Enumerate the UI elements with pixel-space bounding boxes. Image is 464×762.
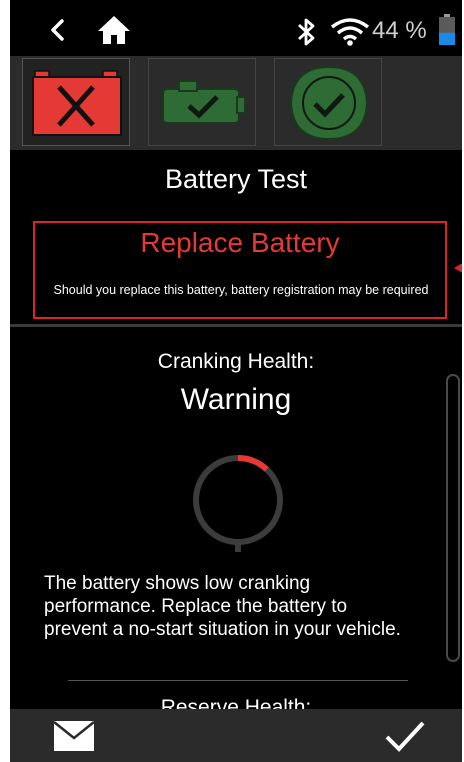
tab-battery-pass[interactable] <box>148 58 256 146</box>
result-note: Should you replace this battery, battery… <box>53 283 429 297</box>
scrollbar[interactable] <box>446 374 460 662</box>
battery-pass-icon <box>162 80 246 124</box>
cranking-health-label: Cranking Health: <box>157 350 315 373</box>
divider <box>10 324 462 327</box>
bluetooth-icon <box>298 18 315 46</box>
section-divider <box>68 680 408 681</box>
cranking-health-status: Warning <box>180 383 292 416</box>
arrow-left-icon <box>454 263 462 273</box>
tab-battery-result[interactable] <box>22 58 130 146</box>
bottom-bar <box>10 709 462 762</box>
result-tabs <box>10 56 462 150</box>
battery-fail-icon <box>32 70 122 136</box>
mail-icon[interactable] <box>52 719 96 753</box>
app-screen: 44 % Battery Test Replace Battery Should… <box>10 0 462 762</box>
tab-eco-ok[interactable] <box>274 58 382 146</box>
result-banner: Replace Battery Should you replace this … <box>33 221 447 319</box>
wifi-icon <box>330 18 370 46</box>
checkmark-icon[interactable] <box>384 719 426 753</box>
home-icon[interactable] <box>96 14 132 46</box>
cranking-description: The battery shows low cranking performan… <box>44 573 401 640</box>
status-bar: 44 % <box>10 0 462 56</box>
page-title: Battery Test <box>164 164 308 194</box>
result-label: Replace Battery <box>140 227 340 258</box>
battery-percent: 44 % <box>372 17 427 44</box>
cranking-gauge <box>193 455 283 552</box>
leaf-check-icon <box>289 65 369 141</box>
chevron-left-icon[interactable] <box>44 16 72 44</box>
battery-icon <box>439 14 455 45</box>
